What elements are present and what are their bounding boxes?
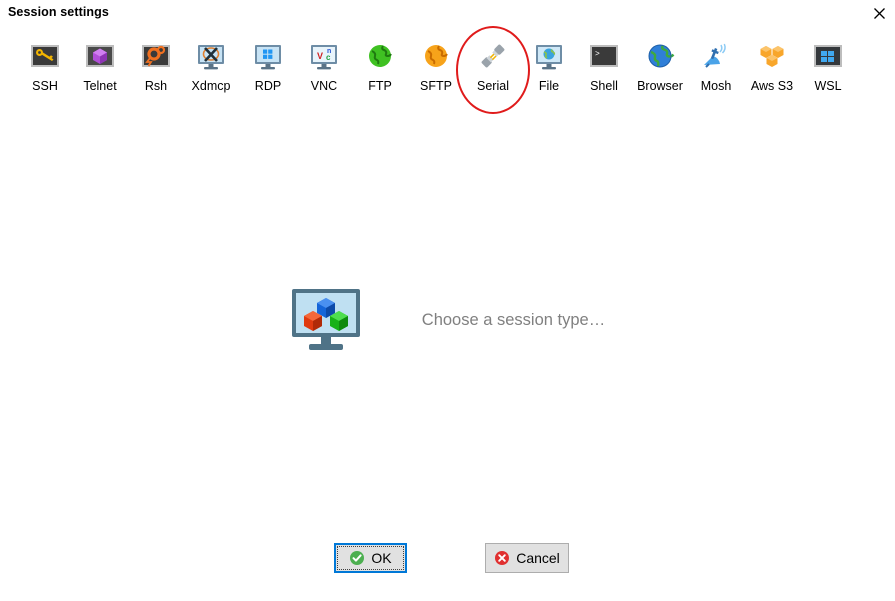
session-type-wsl[interactable]: WSL bbox=[799, 36, 857, 100]
session-type-label: Telnet bbox=[83, 79, 117, 93]
browser-globe-icon bbox=[648, 44, 675, 68]
session-type-label: Rsh bbox=[144, 79, 168, 93]
session-type-telnet[interactable]: Telnet bbox=[71, 36, 129, 100]
session-type-file[interactable]: File bbox=[520, 36, 578, 100]
rsh-gears-icon bbox=[142, 45, 170, 67]
title-bar: Session settings bbox=[0, 0, 895, 26]
session-type-ftp[interactable]: FTP bbox=[351, 36, 409, 100]
monitor-cubes-icon bbox=[291, 289, 360, 350]
serial-plug-icon bbox=[481, 44, 505, 68]
ftp-globe-icon bbox=[369, 45, 392, 67]
session-type-toolbar: SSH Telnet Rsh Xdmcp RDP V n c VNC FTP S… bbox=[0, 36, 895, 102]
dialog-button-row: OK Cancel bbox=[0, 543, 895, 579]
session-type-shell[interactable]: > Shell bbox=[575, 36, 633, 100]
placeholder-text: Choose a session type… bbox=[421, 310, 606, 329]
x-circle-icon bbox=[495, 551, 510, 565]
wsl-windows-icon bbox=[814, 45, 842, 67]
session-type-label: Xdmcp bbox=[191, 79, 231, 93]
session-type-label: WSL bbox=[814, 79, 842, 93]
shell-terminal-icon: > bbox=[590, 45, 618, 67]
file-monitor-icon bbox=[536, 45, 562, 70]
cancel-button[interactable]: Cancel bbox=[485, 543, 569, 573]
session-type-mosh[interactable]: Mosh bbox=[687, 36, 745, 100]
session-type-label: SFTP bbox=[420, 79, 452, 93]
session-type-label: Serial bbox=[477, 79, 509, 93]
svg-text:V: V bbox=[317, 51, 323, 61]
session-type-rsh[interactable]: Rsh bbox=[127, 36, 185, 100]
session-type-label: FTP bbox=[368, 79, 392, 93]
check-circle-icon bbox=[350, 551, 365, 565]
ok-button-label: OK bbox=[371, 550, 392, 566]
rdp-monitor-icon bbox=[255, 45, 281, 70]
svg-text:>: > bbox=[595, 50, 600, 59]
svg-text:c: c bbox=[326, 53, 331, 62]
window-title: Session settings bbox=[8, 5, 109, 19]
aws-s3-cubes-icon bbox=[760, 46, 784, 67]
session-type-ssh[interactable]: SSH bbox=[16, 36, 74, 100]
close-button[interactable] bbox=[863, 0, 895, 26]
session-type-browser[interactable]: Browser bbox=[631, 36, 689, 100]
session-type-rdp[interactable]: RDP bbox=[239, 36, 297, 100]
session-type-xdmcp[interactable]: Xdmcp bbox=[182, 36, 240, 100]
vnc-monitor-icon: V n c bbox=[311, 45, 337, 70]
session-type-serial[interactable]: Serial bbox=[464, 36, 522, 100]
session-type-label: Browser bbox=[637, 79, 683, 93]
cancel-button-label: Cancel bbox=[516, 550, 560, 566]
session-type-label: SSH bbox=[32, 79, 58, 93]
session-type-label: RDP bbox=[254, 79, 282, 93]
session-type-label: Shell bbox=[590, 79, 618, 93]
session-type-label: File bbox=[538, 79, 560, 93]
xdmcp-monitor-icon bbox=[198, 45, 224, 70]
session-type-label: VNC bbox=[310, 79, 338, 93]
session-type-label: Aws S3 bbox=[750, 79, 794, 93]
session-type-label: Mosh bbox=[700, 79, 732, 93]
ok-button[interactable]: OK bbox=[334, 543, 407, 573]
close-icon bbox=[873, 7, 885, 19]
session-placeholder: Choose a session type… bbox=[0, 275, 895, 365]
mosh-satellite-icon bbox=[704, 43, 726, 68]
session-type-sftp[interactable]: SFTP bbox=[407, 36, 465, 100]
telnet-cube-icon bbox=[86, 45, 114, 67]
sftp-globe-icon bbox=[425, 45, 448, 67]
session-type-vnc[interactable]: V n c VNC bbox=[295, 36, 353, 100]
ssh-key-icon bbox=[31, 45, 59, 67]
session-type-aws-s3[interactable]: Aws S3 bbox=[743, 36, 801, 100]
